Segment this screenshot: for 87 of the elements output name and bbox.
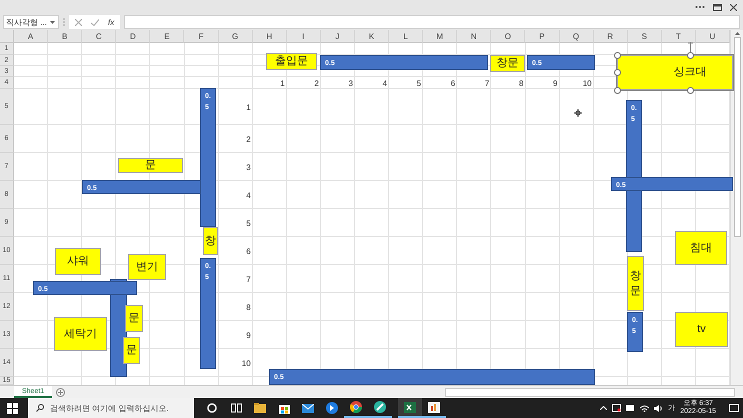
- column-header[interactable]: E: [150, 30, 184, 43]
- floor-plan-label[interactable]: 싱크대: [617, 55, 733, 90]
- column-header[interactable]: N: [457, 30, 492, 43]
- scroll-up-icon[interactable]: [734, 32, 740, 35]
- cell-value: 1: [245, 102, 252, 114]
- floor-plan-label[interactable]: 창문: [627, 256, 644, 311]
- column-header[interactable]: L: [389, 30, 424, 43]
- cell-value: 8: [518, 78, 524, 89]
- vertical-scrollbar[interactable]: [730, 30, 743, 385]
- horizontal-scrollbar[interactable]: [445, 388, 735, 396]
- cell-value: 2: [245, 134, 252, 146]
- cell-value: 6: [450, 78, 456, 89]
- column-header[interactable]: A: [14, 30, 48, 43]
- column-header[interactable]: T: [662, 30, 696, 43]
- cell-value: 10: [240, 358, 252, 370]
- cell-value: 1: [279, 78, 286, 89]
- column-header[interactable]: H: [252, 30, 287, 43]
- floor-plan-label[interactable]: 출입문: [266, 53, 317, 70]
- shopping-bag-icon[interactable]: [278, 402, 290, 414]
- check-icon[interactable]: [91, 18, 99, 26]
- wifi-icon[interactable]: [640, 404, 650, 412]
- column-header[interactable]: U: [696, 30, 730, 43]
- ribbon-display-icon[interactable]: [713, 4, 722, 10]
- move-cursor-icon: [574, 109, 582, 117]
- taskbar-search-field[interactable]: 검색하려면 여기에 입력하십시오.: [28, 398, 194, 418]
- floor-plan-label[interactable]: 문: [118, 158, 183, 173]
- spreadsheet-app-icon[interactable]: [404, 402, 416, 412]
- column-header[interactable]: I: [286, 30, 321, 43]
- column-header[interactable]: O: [491, 30, 526, 43]
- floor-plan-label[interactable]: tv: [675, 312, 728, 347]
- formula-input[interactable]: [124, 15, 740, 29]
- floor-plan-label[interactable]: 문: [123, 337, 140, 364]
- cell-value: 5: [245, 218, 252, 230]
- column-header[interactable]: F: [184, 30, 219, 43]
- floor-plan-label[interactable]: 문: [125, 305, 143, 332]
- chevron-up-icon[interactable]: [600, 406, 608, 410]
- floor-plan-label[interactable]: 샤워: [55, 248, 101, 275]
- column-header[interactable]: Q: [560, 30, 594, 43]
- battery-icon[interactable]: [626, 405, 636, 411]
- browser-icon[interactable]: [350, 401, 362, 413]
- notification-icon[interactable]: [729, 404, 739, 412]
- name-box[interactable]: 직사각형 ...: [3, 15, 59, 29]
- cell-value: 4: [382, 78, 388, 89]
- column-header[interactable]: R: [594, 30, 628, 43]
- mail-icon[interactable]: [302, 404, 314, 412]
- column-header[interactable]: G: [218, 30, 253, 43]
- cell-value: 3: [347, 78, 354, 89]
- rotate-handle-icon[interactable]: [688, 42, 692, 52]
- cell-value: 9: [552, 78, 558, 89]
- column-header[interactable]: C: [82, 30, 116, 43]
- cell-value: 4: [245, 190, 252, 202]
- column-header[interactable]: D: [116, 30, 150, 43]
- cell-value: 7: [245, 274, 252, 286]
- cell-value: 6: [245, 246, 252, 258]
- column-header[interactable]: P: [525, 30, 560, 43]
- floor-plan-label[interactable]: 창문: [490, 55, 525, 72]
- floor-plan-label[interactable]: 변기: [128, 254, 166, 280]
- circle-icon[interactable]: [207, 403, 217, 413]
- cell-value: 3: [245, 162, 252, 174]
- column-header[interactable]: B: [48, 30, 82, 43]
- column-header[interactable]: J: [320, 30, 355, 43]
- dropdown-icon[interactable]: [50, 20, 55, 24]
- more-icon[interactable]: [695, 5, 705, 9]
- column-header[interactable]: S: [628, 30, 662, 43]
- presentation-app-icon[interactable]: [428, 402, 440, 412]
- insert-function-button[interactable]: fx: [108, 18, 114, 26]
- column-header[interactable]: M: [423, 30, 458, 43]
- search-icon: [36, 404, 44, 412]
- cell-value: 9: [245, 330, 252, 342]
- floor-plan-label[interactable]: 창: [203, 227, 218, 255]
- close-icon[interactable]: [730, 4, 737, 10]
- app-icon[interactable]: [374, 401, 386, 413]
- floor-plan-label[interactable]: 세탁기: [54, 317, 107, 351]
- cell-value: 5: [416, 78, 422, 89]
- floor-plan-label[interactable]: 침대: [675, 231, 727, 265]
- cell-value: 8: [245, 302, 252, 314]
- device-icon[interactable]: [612, 404, 622, 412]
- add-sheet-icon[interactable]: [56, 388, 66, 396]
- task-view-icon[interactable]: [230, 403, 242, 413]
- column-header[interactable]: K: [354, 30, 390, 43]
- drag-handle-icon[interactable]: [63, 18, 65, 26]
- folder-icon[interactable]: [254, 403, 266, 413]
- cell-value: 10: [582, 78, 593, 89]
- speaker-icon[interactable]: [654, 404, 664, 412]
- cell-value: 2: [313, 78, 320, 89]
- windows-logo-icon[interactable]: [6, 402, 18, 414]
- cell-value: 7: [484, 78, 490, 89]
